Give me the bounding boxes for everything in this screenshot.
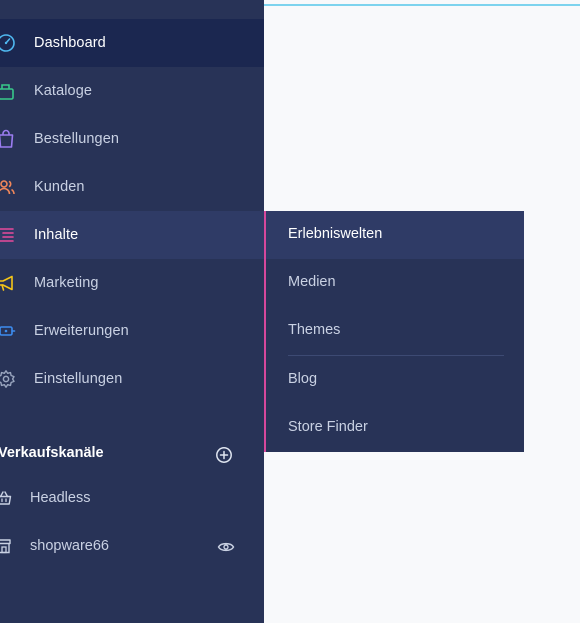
sales-channel-shopware66[interactable]: shopware66 xyxy=(0,527,264,567)
basket-icon xyxy=(0,491,12,505)
flyout-item-store-finder[interactable]: Store Finder xyxy=(266,404,524,452)
flyout-item-label: Themes xyxy=(288,322,341,338)
marketing-megaphone-icon xyxy=(0,275,13,291)
nav-item-customers[interactable]: Kunden xyxy=(0,163,264,211)
content-flyout-menu: Erlebniswelten Medien Themes Blog Store … xyxy=(264,211,524,452)
customers-icon xyxy=(0,180,15,195)
nav-label-extensions: Erweiterungen xyxy=(34,323,129,339)
dashboard-gauge-icon xyxy=(0,34,15,52)
nav-item-marketing[interactable]: Marketing xyxy=(0,259,264,307)
nav-label-content: Inhalte xyxy=(34,227,79,243)
nav-item-orders[interactable]: Bestellungen xyxy=(0,115,264,163)
admin-sidebar: Dashboard Kataloge Bestellungen Kunden I… xyxy=(0,0,264,623)
flyout-item-label: Erlebniswelten xyxy=(288,226,383,242)
nav-label-marketing: Marketing xyxy=(34,275,99,291)
sidebar-header xyxy=(0,0,264,18)
storefront-icon xyxy=(0,539,11,554)
top-progress-line xyxy=(264,4,580,6)
nav-label-customers: Kunden xyxy=(34,179,85,195)
content-icon xyxy=(0,228,14,242)
flyout-item-media[interactable]: Medien xyxy=(266,259,524,307)
sales-channel-headless[interactable]: Headless xyxy=(0,479,264,519)
nav-item-catalogues[interactable]: Kataloge xyxy=(0,67,264,115)
nav-label-dashboard: Dashboard xyxy=(34,35,106,51)
flyout-item-label: Medien xyxy=(288,274,336,290)
orders-bag-icon xyxy=(0,129,14,148)
eye-icon[interactable] xyxy=(217,539,235,555)
nav-item-settings[interactable]: Einstellungen xyxy=(0,355,264,403)
sales-channel-label: Headless xyxy=(30,490,91,506)
settings-gear-icon xyxy=(0,370,15,388)
nav-label-catalogues: Kataloge xyxy=(34,83,93,99)
extensions-plug-icon xyxy=(0,326,16,336)
catalog-icon xyxy=(0,84,14,100)
flyout-item-blog[interactable]: Blog xyxy=(266,356,524,404)
sales-channels-title: Verkaufskanäle xyxy=(0,445,104,461)
nav-label-settings: Einstellungen xyxy=(34,371,123,387)
flyout-item-themes[interactable]: Themes xyxy=(266,307,524,355)
nav-label-orders: Bestellungen xyxy=(34,131,120,147)
nav-item-content[interactable]: Inhalte xyxy=(0,211,264,259)
sales-channel-label: shopware66 xyxy=(30,538,109,554)
flyout-item-shopping-experiences[interactable]: Erlebniswelten xyxy=(266,211,524,259)
flyout-item-label: Blog xyxy=(288,371,318,387)
add-circle-icon[interactable] xyxy=(215,446,233,464)
nav-item-dashboard[interactable]: Dashboard xyxy=(0,19,264,67)
flyout-item-label: Store Finder xyxy=(288,419,368,435)
nav-item-extensions[interactable]: Erweiterungen xyxy=(0,307,264,355)
